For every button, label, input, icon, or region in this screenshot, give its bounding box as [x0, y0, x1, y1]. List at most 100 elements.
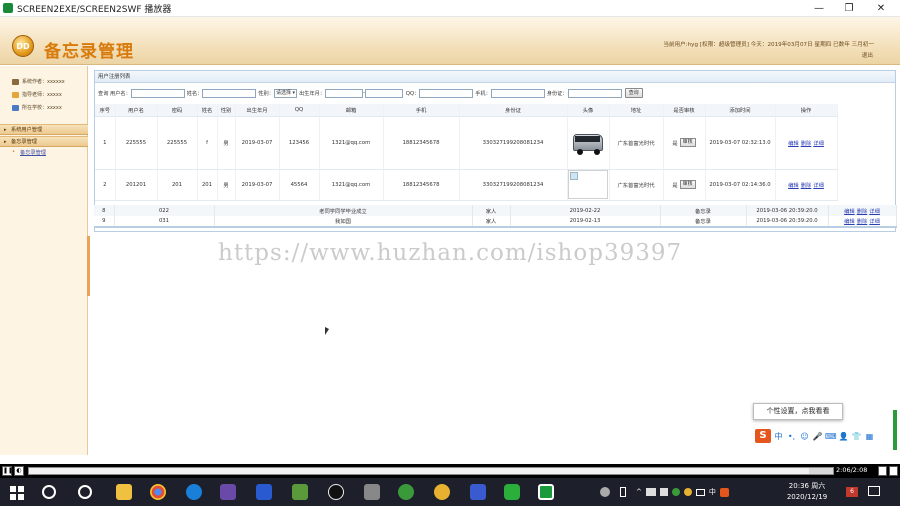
- green-app-icon[interactable]: [398, 484, 414, 500]
- edit-link[interactable]: 编辑: [844, 209, 855, 215]
- tools-icon[interactable]: [364, 484, 380, 500]
- cell-password: 225555: [157, 116, 198, 170]
- cell-name: f: [197, 116, 218, 170]
- audit-status: 是: [672, 140, 678, 147]
- edit-link[interactable]: 编辑: [788, 141, 799, 147]
- detail-link[interactable]: 详细: [869, 219, 880, 225]
- screen2exe-icon[interactable]: [538, 484, 554, 500]
- cell-birth: 2019-03-07: [235, 169, 280, 201]
- notepad-icon[interactable]: [292, 484, 308, 500]
- windows-start-icon[interactable]: [10, 485, 24, 500]
- ime-emoji-icon[interactable]: ☺: [799, 432, 810, 441]
- player-mode-button[interactable]: ◐: [14, 466, 24, 476]
- blue-app-icon[interactable]: [470, 484, 486, 500]
- delete-link[interactable]: 删除: [857, 209, 868, 215]
- detail-link[interactable]: 详细: [869, 209, 880, 215]
- ime-chinese-mode-icon[interactable]: 中: [773, 431, 784, 442]
- ime-toolbar: S 中 •, ☺ 🎤 ⌨ 👤 👕 ▦: [753, 428, 895, 444]
- cell-id-card: 330327199208081234: [459, 169, 568, 201]
- sidebar-resize-handle[interactable]: [87, 236, 90, 296]
- ime-tooltip[interactable]: 个性设置，点我看看: [753, 403, 843, 420]
- name-filter-input[interactable]: [202, 88, 257, 98]
- memo-title: 我如国: [214, 216, 473, 228]
- birth-start-input[interactable]: [325, 88, 364, 98]
- minimize-button[interactable]: —: [804, 0, 834, 17]
- cell-qq: 123456: [279, 116, 320, 170]
- delete-link[interactable]: 删除: [801, 183, 812, 189]
- gender-select[interactable]: 请选择 ▾: [273, 88, 298, 98]
- app-icon-purple[interactable]: [220, 484, 236, 500]
- memo-no: 9: [94, 216, 115, 228]
- sogou-logo-icon[interactable]: S: [755, 429, 771, 443]
- pause-button[interactable]: ❚❚: [2, 466, 13, 476]
- sidebar-teacher-label: 指导老师：xxxxx: [22, 92, 62, 98]
- memo-code: 022: [114, 205, 215, 216]
- filter-bar: 查询 用户名： 姓名： 性别： 请选择 ▾ 出生年月： - QQ： 手机： 身份…: [95, 87, 895, 99]
- tray-expand-icon[interactable]: ^: [636, 488, 642, 496]
- edit-link[interactable]: 编辑: [844, 219, 855, 225]
- display-icon[interactable]: [695, 488, 705, 496]
- action-center-icon[interactable]: [868, 486, 880, 496]
- delete-link[interactable]: 删除: [801, 141, 812, 147]
- ime-edge-handle[interactable]: [893, 410, 897, 450]
- sogou-tray-icon[interactable]: [719, 487, 729, 497]
- detail-link[interactable]: 详细: [813, 141, 824, 147]
- query-username-label: 查询 用户名：: [98, 90, 131, 97]
- audit-button[interactable]: 审核: [679, 138, 696, 147]
- table-row: 2 201201 201 201 男 2019-03-07 45564 1321…: [95, 169, 838, 201]
- birth-end-input[interactable]: [364, 88, 403, 98]
- battery-icon[interactable]: [620, 487, 626, 497]
- ime-keyboard-icon[interactable]: ⌨: [825, 432, 837, 441]
- network-icon[interactable]: [645, 488, 656, 496]
- window-title: SCREEN2EXE/SCREEN2SWF 播放器: [17, 4, 172, 15]
- search-icon[interactable]: [42, 485, 56, 499]
- sidebar-menu-user-management[interactable]: 系统用户管理: [0, 124, 88, 135]
- maximize-button[interactable]: ❐: [834, 0, 864, 17]
- memo-type: 备忘录: [660, 205, 747, 216]
- memo-relation: 家人: [472, 205, 511, 216]
- input-language[interactable]: 中: [709, 487, 716, 497]
- expand-button[interactable]: [889, 466, 898, 476]
- edit-link[interactable]: 编辑: [788, 183, 799, 189]
- task-view-icon[interactable]: [78, 485, 92, 499]
- col-header: 地址: [609, 104, 664, 117]
- tray-app-icon[interactable]: [671, 488, 680, 496]
- sidebar-item-memo-management[interactable]: 备忘录管理: [12, 149, 46, 156]
- wechat-icon[interactable]: [504, 484, 520, 500]
- volume-icon[interactable]: [659, 488, 668, 496]
- user-icon: [12, 78, 19, 85]
- file-explorer-icon[interactable]: [116, 484, 132, 500]
- phone-filter-input[interactable]: [490, 88, 545, 98]
- col-header: 用户名: [115, 104, 158, 117]
- clock[interactable]: 20:36 周六 2020/12/19: [782, 481, 832, 503]
- audit-button[interactable]: 审核: [679, 180, 696, 189]
- fullscreen-button[interactable]: [878, 466, 887, 476]
- jetbrains-icon[interactable]: [256, 484, 272, 500]
- ime-skin-icon[interactable]: 👕: [851, 432, 862, 441]
- sidebar-author-label: 系统作者：xxxxxx: [22, 79, 65, 85]
- tray-app2-icon[interactable]: [683, 488, 692, 496]
- detail-link[interactable]: 详细: [813, 183, 824, 189]
- people-icon[interactable]: [600, 487, 610, 497]
- yellow-app-icon[interactable]: [434, 484, 450, 500]
- notification-badge[interactable]: 6: [846, 487, 858, 497]
- chrome-icon[interactable]: [150, 484, 166, 500]
- ie-browser-icon[interactable]: [186, 484, 202, 500]
- ime-user-icon[interactable]: 👤: [838, 432, 849, 441]
- qq-icon[interactable]: [328, 484, 344, 500]
- app-window-icon: [3, 3, 13, 13]
- close-button[interactable]: ✕: [866, 0, 896, 17]
- delete-link[interactable]: 删除: [857, 219, 868, 225]
- ime-voice-icon[interactable]: 🎤: [812, 432, 823, 441]
- ime-punctuation-icon[interactable]: •,: [786, 432, 797, 441]
- memo-operations: 编辑 删除 详细: [828, 205, 897, 216]
- username-filter-input[interactable]: [130, 88, 185, 98]
- qq-filter-input[interactable]: [419, 88, 474, 98]
- ime-toolbox-icon[interactable]: ▦: [864, 432, 875, 441]
- id-card-filter-input[interactable]: [567, 88, 622, 98]
- sidebar-menu-memo-management[interactable]: 备忘录管理: [0, 136, 88, 147]
- progress-slider[interactable]: [28, 467, 834, 475]
- logout-link[interactable]: 退出: [862, 51, 873, 59]
- col-header: 邮箱: [319, 104, 384, 117]
- search-button[interactable]: 查询: [624, 88, 643, 98]
